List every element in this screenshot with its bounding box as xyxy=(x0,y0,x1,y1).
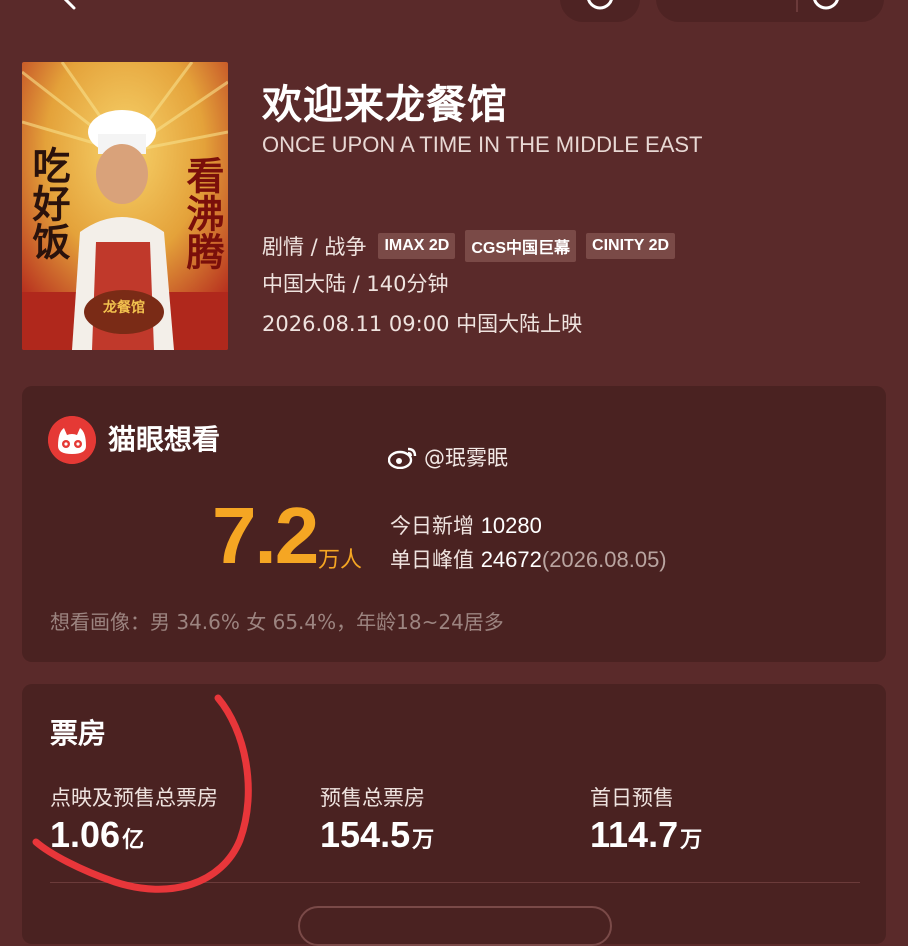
today-increase: 今日新增 10280 xyxy=(390,510,542,540)
presale-total-value: 154.5万 xyxy=(320,814,434,856)
poster-left-slogan: 吃好饭 xyxy=(26,146,71,260)
divider xyxy=(50,882,860,883)
genre-format-row: 剧情 / 战争 IMAX 2D CGS中国巨幕 CINITY 2D xyxy=(262,230,676,262)
movie-title: 欢迎来龙餐馆 xyxy=(262,82,508,128)
format-tag-cinity: CINITY 2D xyxy=(586,233,676,259)
close-icon[interactable] xyxy=(810,0,842,12)
want-to-see-card: 猫眼想看 @珉雾眠 7.2 万人 今日新增 10280 单日峰值 24672(2… xyxy=(22,386,886,662)
poster-right-slogan: 看沸腾 xyxy=(180,156,225,270)
first-day-presale-value: 114.7万 xyxy=(590,814,702,856)
more-button[interactable] xyxy=(298,906,612,946)
total-boxoffice-value: 1.06亿 xyxy=(50,814,144,856)
presale-total-label: 预售总票房 xyxy=(320,786,425,810)
presale-total-unit: 万 xyxy=(412,828,435,853)
genres: 剧情 / 战争 xyxy=(262,235,367,259)
back-icon[interactable] xyxy=(58,0,82,10)
want-heading: 猫眼想看 xyxy=(108,423,221,456)
audience-portrait: 想看画像：男 34.6% 女 65.4%，年龄18~24居多 xyxy=(50,610,504,634)
total-boxoffice-unit: 亿 xyxy=(122,828,145,853)
peak-label: 单日峰值 xyxy=(390,548,474,572)
first-day-presale-number: 114.7 xyxy=(590,814,679,855)
release-date: 2026.08.11 09:00 中国大陆上映 xyxy=(262,312,583,336)
format-tag-cgs: CGS中国巨幕 xyxy=(465,230,577,262)
movie-english-title: ONCE UPON A TIME IN THE MIDDLE EAST xyxy=(262,132,703,157)
weibo-watermark: @珉雾眠 xyxy=(388,442,508,472)
want-count-unit: 万人 xyxy=(318,548,363,573)
share-icon xyxy=(587,0,613,10)
movie-poster[interactable]: 龙餐馆 吃好饭 看沸腾 xyxy=(22,62,228,350)
box-office-heading: 票房 xyxy=(50,717,107,750)
region-runtime: 中国大陆 / 140分钟 xyxy=(262,272,449,296)
box-office-card: 票房 点映及预售总票房 1.06亿 预售总票房 154.5万 首日预售 114.… xyxy=(22,684,886,946)
format-tag-imax: IMAX 2D xyxy=(378,233,456,259)
peak-value: 24672 xyxy=(480,547,542,572)
presale-total-number: 154.5 xyxy=(320,814,411,855)
peak-date: (2026.08.05) xyxy=(541,547,667,572)
total-boxoffice-number: 1.06 xyxy=(50,814,121,855)
menu-capsule[interactable] xyxy=(656,0,884,22)
daily-peak: 单日峰值 24672(2026.08.05) xyxy=(390,544,667,574)
today-value: 10280 xyxy=(480,513,542,538)
svg-text:龙餐馆: 龙餐馆 xyxy=(102,299,145,316)
first-day-presale-label: 首日预售 xyxy=(590,786,674,810)
first-day-presale-unit: 万 xyxy=(680,828,703,853)
watermark-text: @珉雾眠 xyxy=(424,446,508,470)
total-boxoffice-label: 点映及预售总票房 xyxy=(50,786,218,810)
weibo-icon xyxy=(388,447,417,469)
maoyan-cat-icon xyxy=(48,416,96,464)
top-bar xyxy=(0,0,908,30)
want-count: 7.2 xyxy=(212,491,319,580)
today-label: 今日新增 xyxy=(390,514,474,538)
